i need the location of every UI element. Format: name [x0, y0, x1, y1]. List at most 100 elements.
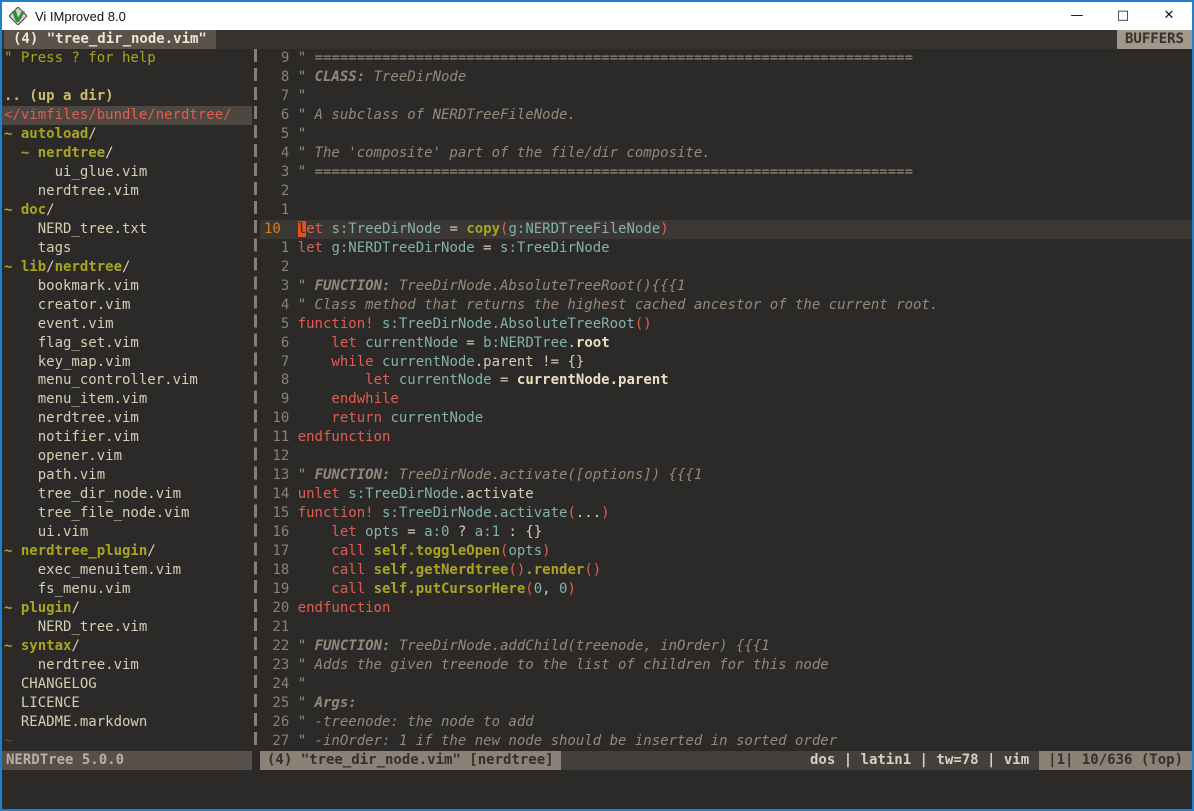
tree-item[interactable]: ~ doc/ — [2, 201, 252, 220]
syntax-span — [374, 354, 382, 370]
close-button[interactable]: ✕ — [1146, 2, 1192, 30]
tree-item[interactable]: notifier.vim — [2, 428, 252, 447]
code-text: while currentNode.parent != {} — [298, 353, 585, 372]
code-line[interactable]: 11endfunction — [260, 428, 1192, 447]
code-line[interactable]: 25" Args: — [260, 694, 1192, 713]
code-text: " Class method that returns the highest … — [298, 296, 939, 315]
tree-item[interactable]: nerdtree.vim — [2, 182, 252, 201]
code-line[interactable]: 8 let currentNode = currentNode.parent — [260, 371, 1192, 390]
tree-item[interactable]: creator.vim — [2, 296, 252, 315]
code-line[interactable]: 4" The 'composite' part of the file/dir … — [260, 144, 1192, 163]
code-line[interactable]: 21 — [260, 618, 1192, 637]
code-line[interactable]: 9 endwhile — [260, 390, 1192, 409]
tree-item[interactable]: LICENCE — [2, 694, 252, 713]
tree-item[interactable]: tags — [2, 239, 252, 258]
tree-item[interactable]: bookmark.vim — [2, 277, 252, 296]
tree-root-path[interactable]: </vimfiles/bundle/nerdtree/ — [2, 106, 252, 125]
line-number: 23 — [260, 656, 298, 675]
tree-item[interactable]: CHANGELOG — [2, 675, 252, 694]
code-line[interactable]: 9" =====================================… — [260, 49, 1192, 68]
syntax-span: () — [635, 316, 652, 332]
tree-item[interactable]: ~ nerdtree_plugin/ — [2, 542, 252, 561]
code-line-current[interactable]: 10let s:TreeDirNode = copy(g:NERDTreeFil… — [260, 220, 1192, 239]
line-number: 16 — [260, 523, 298, 542]
code-line[interactable]: 4" Class method that returns the highest… — [260, 296, 1192, 315]
tree-item[interactable]: ~ syntax/ — [2, 637, 252, 656]
tree-item[interactable] — [2, 68, 252, 87]
minimize-button[interactable]: — — [1054, 2, 1100, 30]
code-line[interactable]: 7 while currentNode.parent != {} — [260, 353, 1192, 372]
syntax-span: notifier.vim — [4, 429, 139, 445]
tree-item[interactable]: ~ lib/nerdtree/ — [2, 258, 252, 277]
syntax-span: . — [567, 335, 575, 351]
tree-item[interactable]: menu_controller.vim — [2, 371, 252, 390]
code-line[interactable]: 7" — [260, 87, 1192, 106]
code-line[interactable]: 26" -treenode: the node to add — [260, 713, 1192, 732]
syntax-span: = — [441, 221, 466, 237]
tree-item[interactable]: NERD_tree.vim — [2, 618, 252, 637]
tree-item[interactable]: path.vim — [2, 466, 252, 485]
code-line[interactable]: 17 call self.toggleOpen(opts) — [260, 542, 1192, 561]
code-line[interactable]: 13" FUNCTION: TreeDirNode.activate([opti… — [260, 466, 1192, 485]
tree-item[interactable]: tree_file_node.vim — [2, 504, 252, 523]
command-line[interactable] — [2, 770, 1192, 809]
syntax-span: , — [542, 581, 559, 597]
line-number: 9 — [260, 390, 298, 409]
code-line[interactable]: 24" — [260, 675, 1192, 694]
code-line[interactable]: 23" Adds the given treenode to the list … — [260, 656, 1192, 675]
syntax-span: let — [365, 372, 390, 388]
syntax-span: ( — [567, 505, 575, 521]
code-line[interactable]: 5function! s:TreeDirNode.AbsoluteTreeRoo… — [260, 315, 1192, 334]
code-line[interactable]: 1 — [260, 201, 1192, 220]
tabbar-spacer — [216, 30, 1117, 49]
code-line[interactable]: 19 call self.putCursorHere(0, 0) — [260, 580, 1192, 599]
code-line[interactable]: 20endfunction — [260, 599, 1192, 618]
tree-item[interactable]: ui_glue.vim — [2, 163, 252, 182]
syntax-span: nerdtree.vim — [4, 657, 139, 673]
maximize-button[interactable]: □ — [1100, 2, 1146, 30]
code-line[interactable]: 6" A subclass of NERDTreeFileNode. — [260, 106, 1192, 125]
code-line[interactable]: 10 return currentNode — [260, 409, 1192, 428]
active-tab[interactable]: (4) "tree_dir_node.vim" — [4, 30, 216, 49]
code-line[interactable]: 14unlet s:TreeDirNode.activate — [260, 485, 1192, 504]
tree-item[interactable]: NERD_tree.txt — [2, 220, 252, 239]
code-line[interactable]: 15function! s:TreeDirNode.activate(...) — [260, 504, 1192, 523]
code-line[interactable]: 18 call self.getNerdtree().render() — [260, 561, 1192, 580]
code-line[interactable]: 1let g:NERDTreeDirNode = s:TreeDirNode — [260, 239, 1192, 258]
tree-item[interactable]: ~ — [2, 732, 252, 751]
tree-item[interactable]: ui.vim — [2, 523, 252, 542]
code-text: function! s:TreeDirNode.activate(...) — [298, 504, 610, 523]
tree-item[interactable]: key_map.vim — [2, 353, 252, 372]
code-line[interactable]: 16 let opts = a:0 ? a:1 : {} — [260, 523, 1192, 542]
tree-item[interactable]: .. (up a dir) — [2, 87, 252, 106]
editor-pane: 9" =====================================… — [260, 49, 1192, 751]
code-line[interactable]: 6 let currentNode = b:NERDTree.root — [260, 334, 1192, 353]
tree-item[interactable]: flag_set.vim — [2, 334, 252, 353]
code-line[interactable]: 3" FUNCTION: TreeDirNode.AbsoluteTreeRoo… — [260, 277, 1192, 296]
tree-item[interactable]: tree_dir_node.vim — [2, 485, 252, 504]
code-line[interactable]: 2 — [260, 182, 1192, 201]
code-line[interactable]: 27" -inOrder: 1 if the new node should b… — [260, 732, 1192, 751]
tree-item[interactable]: ~ nerdtree/ — [2, 144, 252, 163]
main-statusline: (4) "tree_dir_node.vim" [nerdtree] dos |… — [260, 751, 1192, 770]
tree-item[interactable]: nerdtree.vim — [2, 409, 252, 428]
tree-item[interactable]: fs_menu.vim — [2, 580, 252, 599]
code-line[interactable]: 3" =====================================… — [260, 163, 1192, 182]
tree-item[interactable]: ~ autoload/ — [2, 125, 252, 144]
tree-item[interactable]: exec_menuitem.vim — [2, 561, 252, 580]
window-separator[interactable] — [252, 49, 260, 751]
code-line[interactable]: 12 — [260, 447, 1192, 466]
tree-item[interactable]: opener.vim — [2, 447, 252, 466]
tree-item[interactable]: event.vim — [2, 315, 252, 334]
code-line[interactable]: 2 — [260, 258, 1192, 277]
tree-item[interactable]: " Press ? for help — [2, 49, 252, 68]
tree-item[interactable]: menu_item.vim — [2, 390, 252, 409]
tree-item[interactable]: ~ plugin/ — [2, 599, 252, 618]
code-line[interactable]: 8" CLASS: TreeDirNode — [260, 68, 1192, 87]
line-number: 10 — [260, 409, 298, 428]
tree-item[interactable]: README.markdown — [2, 713, 252, 732]
code-line[interactable]: 22" FUNCTION: TreeDirNode.addChild(treen… — [260, 637, 1192, 656]
code-text: " -treenode: the node to add — [298, 713, 534, 732]
code-line[interactable]: 5" — [260, 125, 1192, 144]
tree-item[interactable]: nerdtree.vim — [2, 656, 252, 675]
